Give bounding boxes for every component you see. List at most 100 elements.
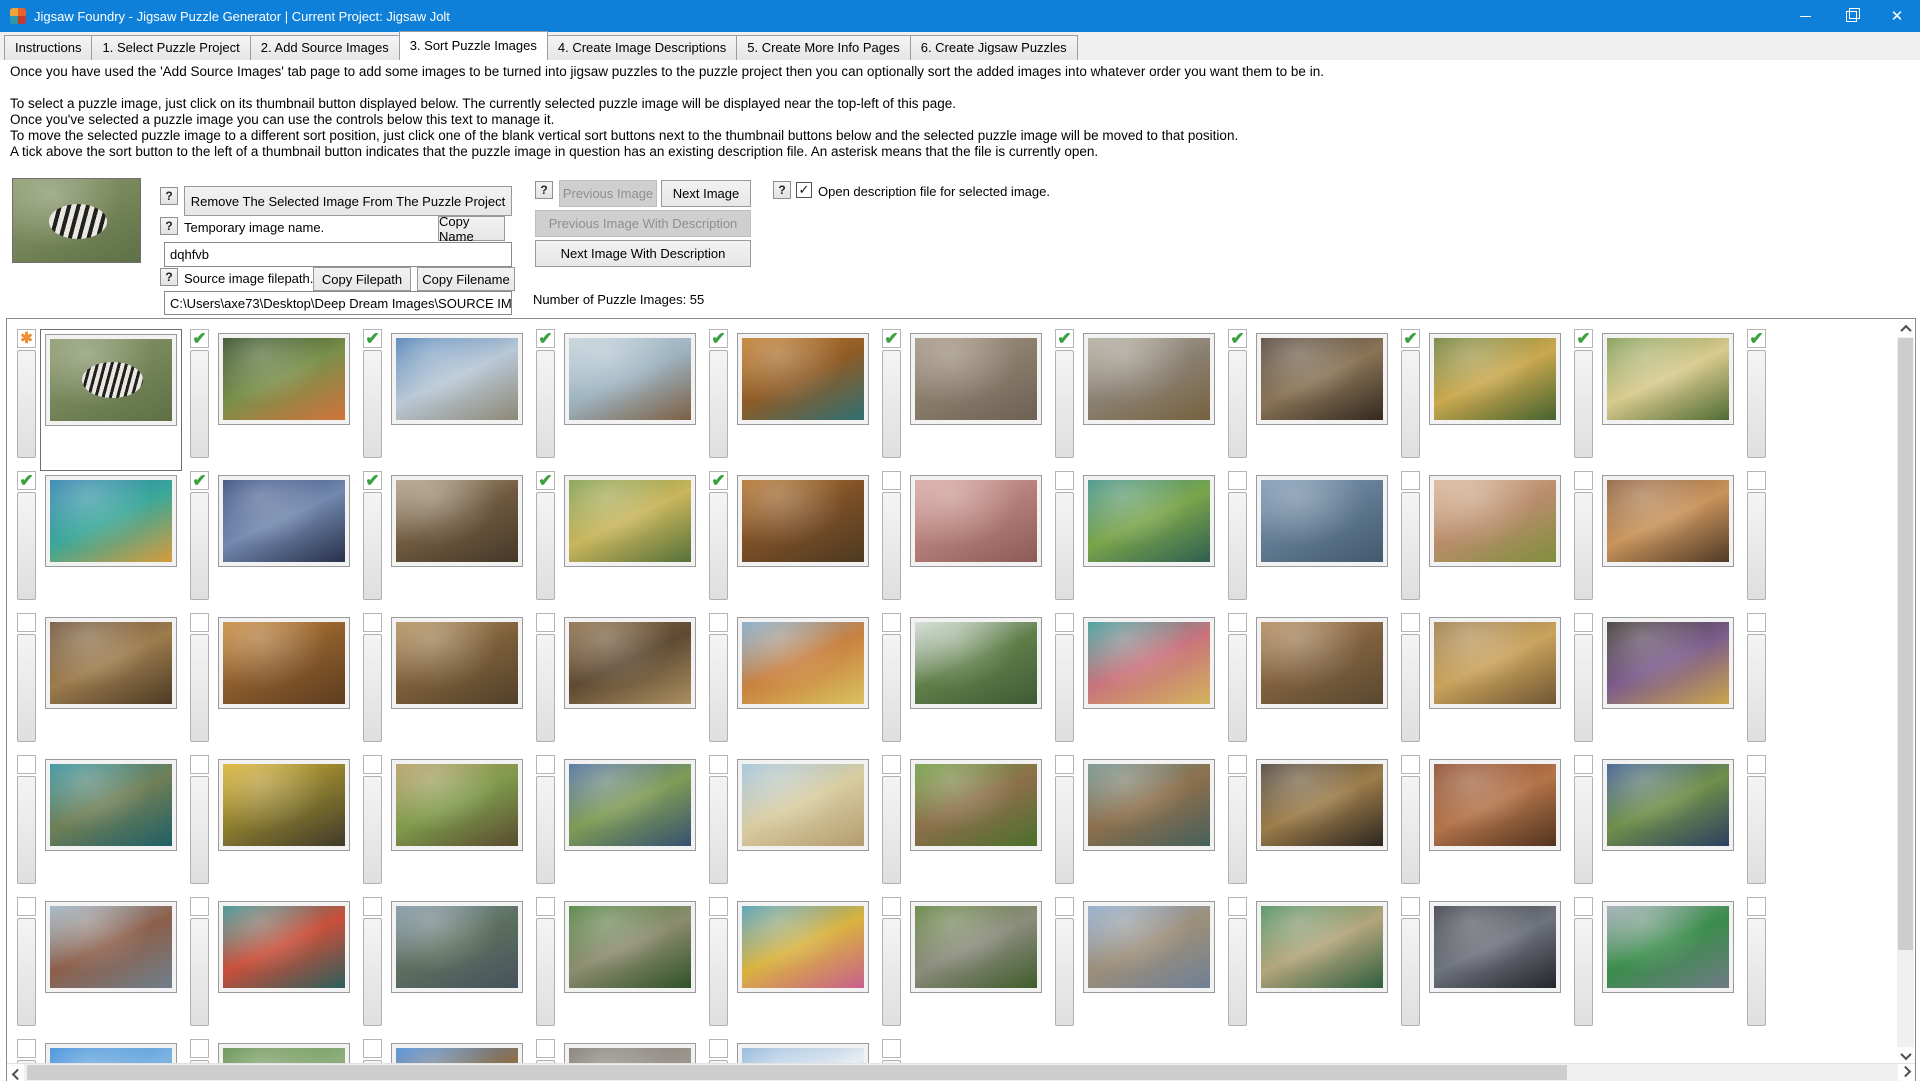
vertical-sort-button[interactable] — [1228, 776, 1247, 884]
tab-6-create-jigsaw-puzzles[interactable]: 6. Create Jigsaw Puzzles — [910, 35, 1078, 60]
vertical-sort-button[interactable] — [536, 634, 555, 742]
open-description-checkbox[interactable]: ✓ — [796, 182, 812, 198]
vertical-sort-button[interactable] — [1747, 776, 1766, 884]
vertical-sort-button[interactable] — [190, 776, 209, 884]
thumbnail-button-canal-houses-boat[interactable] — [732, 613, 874, 755]
vertical-sort-button[interactable] — [882, 776, 901, 884]
vertical-sort-button[interactable] — [536, 918, 555, 1026]
vertical-sort-button[interactable] — [1055, 776, 1074, 884]
vertical-sort-button[interactable] — [709, 492, 728, 600]
vertical-sort-button[interactable] — [17, 350, 36, 458]
thumbnail-button-forest-boardwalk[interactable] — [732, 471, 874, 613]
vertical-sort-button[interactable] — [1228, 350, 1247, 458]
vertical-sort-button[interactable] — [882, 350, 901, 458]
thumbnail-button-horses-at-trough[interactable] — [1078, 755, 1220, 897]
thumbnail-button-craftsmen-workshop[interactable] — [1597, 471, 1739, 613]
thumbnail-button-dog-group-portrait[interactable] — [559, 329, 701, 471]
thumbnail-button-garden-house-stream[interactable] — [1078, 471, 1220, 613]
vertical-sort-button[interactable] — [1055, 492, 1074, 600]
thumbnail-button-castle-ruin-hilltop[interactable] — [1078, 897, 1220, 1039]
horizontal-scrollbar-thumb[interactable] — [27, 1065, 1567, 1080]
thumbnail-button-mountain-valley-waterfall[interactable] — [213, 1039, 355, 1064]
vertical-sort-button[interactable] — [536, 350, 555, 458]
vertical-sort-button[interactable] — [536, 492, 555, 600]
vertical-sort-button[interactable] — [709, 350, 728, 458]
restore-button[interactable] — [1828, 0, 1874, 32]
vertical-sort-button[interactable] — [17, 634, 36, 742]
vertical-sort-button[interactable] — [363, 776, 382, 884]
next-image-with-description-button[interactable]: Next Image With Description — [535, 240, 751, 267]
vertical-sort-button[interactable] — [1228, 918, 1247, 1026]
vertical-sort-button[interactable] — [1574, 776, 1593, 884]
minimize-button[interactable] — [1782, 0, 1828, 32]
vertical-sort-button[interactable] — [363, 492, 382, 600]
thumbnail-button-skyline-blue-sky[interactable] — [40, 1039, 182, 1064]
thumbnail-button-flooded-autumn-alley[interactable] — [732, 329, 874, 471]
vertical-sort-button[interactable] — [190, 492, 209, 600]
vertical-sort-button[interactable] — [709, 918, 728, 1026]
previous-image-with-description-button[interactable]: Previous Image With Description — [535, 210, 751, 237]
copy-filename-button[interactable]: Copy Filename — [417, 267, 515, 291]
thumbnail-button-tropical-river-boats[interactable] — [1251, 897, 1393, 1039]
tab-2-add-source-images[interactable]: 2. Add Source Images — [250, 35, 400, 60]
thumbnail-button-straw-hat-still-life[interactable] — [1078, 329, 1220, 471]
thumbnail-button-puppeteer-man[interactable] — [1251, 329, 1393, 471]
thumbnail-button-blue-tractor[interactable] — [1597, 755, 1739, 897]
scroll-left-button[interactable] — [7, 1064, 24, 1081]
temporary-image-name-input[interactable]: dqhfvb — [164, 242, 512, 267]
thumbnail-button-bali-temple-gate[interactable] — [559, 897, 701, 1039]
thumbnail-button-column-monument-square[interactable] — [732, 755, 874, 897]
scroll-up-button[interactable] — [1897, 320, 1914, 337]
thumbnail-button-wooden-coaster-clouds[interactable] — [386, 1039, 528, 1064]
thumbnail-button-colorful-canal-town[interactable] — [1078, 613, 1220, 755]
thumbnail-button-green-eye-closeup[interactable] — [1424, 471, 1566, 613]
thumbnail-button-factory-interior[interactable] — [1424, 897, 1566, 1039]
vertical-sort-button[interactable] — [363, 350, 382, 458]
vertical-sort-button[interactable] — [1401, 918, 1420, 1026]
thumbnail-button-elephant-herd[interactable] — [905, 329, 1047, 471]
vertical-sort-button[interactable] — [190, 350, 209, 458]
vertical-sort-button[interactable] — [1055, 350, 1074, 458]
thumbnail-button-scarf-woman-portrait[interactable] — [905, 471, 1047, 613]
vertical-sort-button[interactable] — [709, 776, 728, 884]
thumbnail-button-weathered-barn-clouds[interactable] — [40, 897, 182, 1039]
tab-3-sort-puzzle-images[interactable]: 3. Sort Puzzle Images — [399, 31, 548, 60]
help-temp-name-icon[interactable]: ? — [160, 217, 178, 235]
copy-filepath-button[interactable]: Copy Filepath — [313, 267, 411, 291]
source-filepath-input[interactable]: C:\Users\axe73\Desktop\Deep Dream Images… — [164, 291, 512, 315]
thumbnail-button-park-bicycle-path[interactable] — [1597, 329, 1739, 471]
help-open-description-icon[interactable]: ? — [773, 181, 791, 199]
thumbnail-button-brown-dog-sunset[interactable] — [213, 613, 355, 755]
scroll-down-button[interactable] — [1897, 1047, 1914, 1064]
help-navigation-icon[interactable]: ? — [535, 181, 553, 199]
vertical-sort-button[interactable] — [882, 918, 901, 1026]
vertical-sort-button[interactable] — [363, 918, 382, 1026]
help-filepath-icon[interactable]: ? — [160, 268, 178, 286]
thumbnail-button-green-city-tram[interactable] — [1597, 897, 1739, 1039]
vertical-sort-button[interactable] — [709, 634, 728, 742]
vertical-sort-button[interactable] — [190, 634, 209, 742]
thumbnail-button-grapes-cheese-still-life[interactable] — [1597, 613, 1739, 755]
vertical-sort-button[interactable] — [882, 492, 901, 600]
vertical-sort-button[interactable] — [1401, 776, 1420, 884]
vertical-scrollbar[interactable] — [1897, 320, 1914, 1064]
vertical-sort-button[interactable] — [1401, 634, 1420, 742]
vertical-sort-button[interactable] — [1401, 350, 1420, 458]
thumbnail-button-discus-fish-aquarium[interactable] — [732, 897, 874, 1039]
thumbnail-button-canal-bridge-street[interactable] — [386, 897, 528, 1039]
tab-4-create-image-descriptions[interactable]: 4. Create Image Descriptions — [547, 35, 737, 60]
thumbnail-button-rock-cliff-face[interactable] — [559, 1039, 701, 1064]
vertical-sort-button[interactable] — [1574, 492, 1593, 600]
thumbnail-button-thatched-cottage[interactable] — [386, 755, 528, 897]
vertical-sort-button[interactable] — [1747, 918, 1766, 1026]
thumbnail-button-arc-de-triomphe[interactable] — [386, 329, 528, 471]
horizontal-scrollbar[interactable] — [7, 1063, 1915, 1081]
thumbnail-button-apples-and-jar[interactable] — [213, 329, 355, 471]
tab-instructions[interactable]: Instructions — [4, 35, 92, 60]
thumbnail-button-log-cabin-firewood[interactable] — [559, 613, 701, 755]
thumbnail-button-two-horses-pasture[interactable] — [905, 755, 1047, 897]
scroll-right-button[interactable] — [1898, 1064, 1915, 1081]
thumbnail-button-lagoon-waterfall-pool[interactable] — [40, 755, 182, 897]
vertical-scrollbar-thumb[interactable] — [1898, 338, 1913, 950]
thumbnail-button-wooden-boats-harbor[interactable] — [386, 471, 528, 613]
